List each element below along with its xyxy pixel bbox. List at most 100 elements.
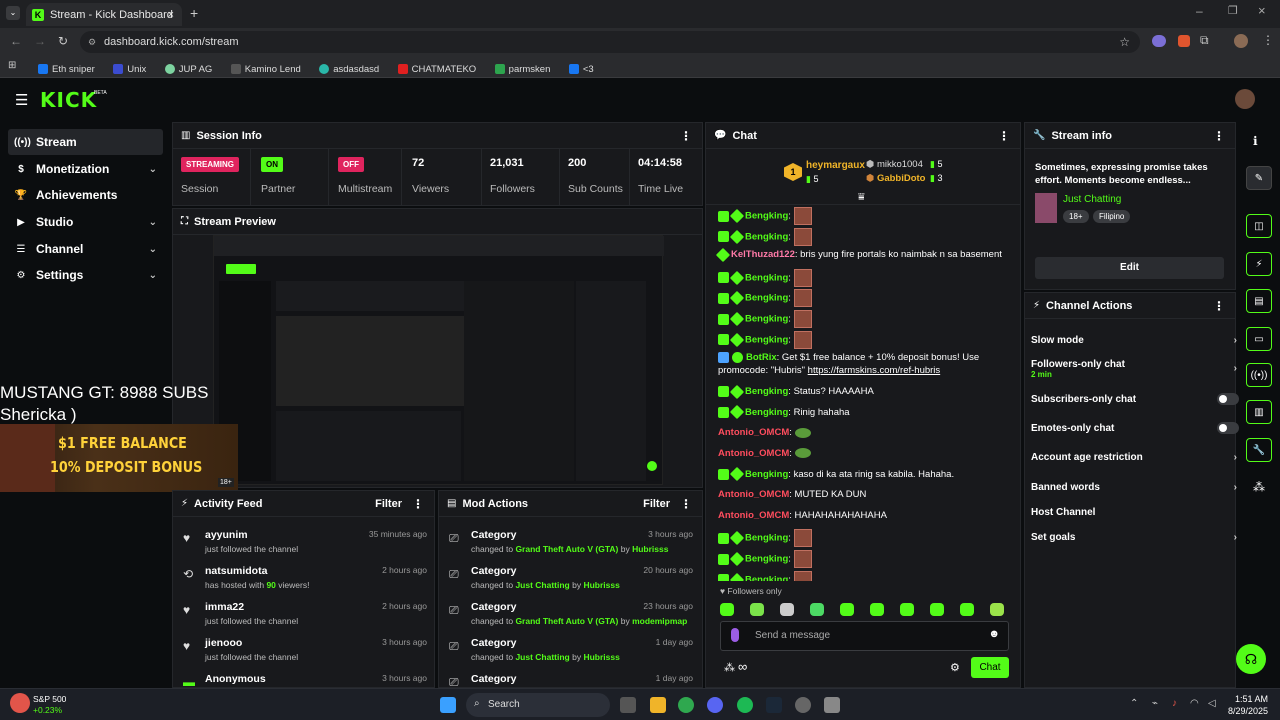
clock-date[interactable]: 8/29/2025 — [1222, 706, 1268, 716]
chat-username[interactable]: Bengking — [745, 554, 788, 565]
extension-icon[interactable] — [1178, 35, 1190, 47]
new-tab-button[interactable]: + — [190, 5, 198, 21]
ticker-label[interactable]: S&P 500 — [33, 694, 66, 704]
chat-input[interactable]: Send a message ☻ — [720, 621, 1009, 651]
sidebar-item-monetization[interactable]: $ Monetization ⌄ — [8, 156, 163, 182]
bookmark-item[interactable]: <3 — [568, 64, 594, 75]
network-icon[interactable]: ⌁ — [1152, 698, 1158, 709]
more-options-icon[interactable]: ⋮ — [1213, 299, 1225, 313]
more-options-icon[interactable]: ⋮ — [998, 129, 1010, 143]
settings-icon[interactable] — [824, 697, 840, 713]
windows-start-icon[interactable] — [440, 697, 456, 713]
chat-username[interactable]: Bengking — [745, 407, 788, 418]
emote-picker-icon[interactable] — [750, 603, 764, 616]
scan-icon[interactable]: ◫ — [1246, 214, 1272, 238]
bookmark-item[interactable]: Kamino Lend — [230, 64, 301, 75]
set-goals-row[interactable]: Set goals › — [1031, 532, 1237, 552]
chat-scrollbar[interactable] — [1020, 557, 1021, 579]
mic-icon[interactable]: ♪ — [1172, 698, 1177, 709]
tab-list-button[interactable]: ⌄ — [6, 6, 20, 20]
chat-username[interactable]: KelThuzad122 — [731, 249, 795, 260]
chat-username[interactable]: Bengking — [745, 293, 788, 304]
subscribers-only-toggle[interactable] — [1217, 393, 1239, 405]
browser-tab[interactable]: K Stream - Kick Dashboard × — [26, 3, 182, 26]
emote-picker-icon[interactable] — [900, 603, 914, 616]
emote-picker-icon[interactable] — [840, 603, 854, 616]
sidebar-item-channel[interactable]: ☰ Channel ⌄ — [8, 236, 163, 262]
clipboard-icon[interactable]: ▤ — [1246, 289, 1272, 313]
back-icon[interactable]: ← — [10, 34, 22, 48]
steam-icon[interactable] — [766, 697, 782, 713]
chat-bubble-icon[interactable]: ▭ — [1246, 327, 1272, 351]
infinity-icon[interactable]: ∞ — [738, 659, 747, 674]
bookmark-item[interactable]: parmsken — [494, 64, 550, 75]
host-channel-row[interactable]: Host Channel — [1031, 507, 1231, 527]
chat-username[interactable]: Bengking — [745, 334, 788, 345]
kick-logo[interactable]: KICK — [40, 88, 97, 112]
apps-icon[interactable]: ⁂ — [1253, 480, 1265, 494]
site-info-icon[interactable]: ⚙ — [88, 37, 96, 48]
emoji-icon[interactable]: ☻ — [988, 628, 1000, 640]
followers-only-row[interactable]: Followers-only chat 2 min › — [1031, 359, 1237, 387]
chat-username[interactable]: Bengking — [745, 272, 788, 283]
chat-username[interactable]: Bengking — [745, 314, 788, 325]
broadcast-icon[interactable]: ((•)) — [1246, 363, 1272, 387]
account-age-row[interactable]: Account age restriction › — [1031, 452, 1237, 472]
user-avatar[interactable] — [1235, 89, 1255, 109]
task-view-icon[interactable] — [620, 697, 636, 713]
expand-icon[interactable]: ⩸ — [858, 191, 865, 204]
chat-username[interactable]: Bengking — [745, 533, 788, 544]
sidebar-item-stream[interactable]: ((•)) Stream — [8, 129, 163, 155]
minimize-icon[interactable]: – — [1196, 4, 1203, 18]
top-gifter-1[interactable]: heymargaux — [806, 160, 865, 171]
sidebar-item-settings[interactable]: ⚙ Settings ⌄ — [8, 262, 163, 288]
category-thumbnail[interactable] — [1035, 193, 1057, 223]
more-options-icon[interactable]: ⋮ — [412, 497, 424, 511]
close-tab-icon[interactable]: × — [168, 9, 174, 21]
url-input[interactable]: ⚙ dashboard.kick.com/stream ☆ — [80, 31, 1140, 53]
chat-username[interactable]: Bengking — [745, 574, 788, 581]
obs-icon[interactable] — [795, 697, 811, 713]
file-explorer-icon[interactable] — [650, 697, 666, 713]
volume-icon[interactable]: ◁ — [1208, 698, 1216, 709]
chat-username[interactable]: BotRix — [746, 352, 777, 363]
sidebar-item-studio[interactable]: ▶ Studio ⌄ — [8, 209, 163, 235]
emote-picker-icon[interactable] — [990, 603, 1004, 616]
bookmark-item[interactable]: CHATMATEKO — [397, 64, 476, 75]
stream-video[interactable] — [213, 235, 664, 485]
extension-icon[interactable] — [1152, 35, 1166, 47]
bookmark-star-icon[interactable]: ☆ — [1119, 35, 1130, 49]
more-options-icon[interactable]: ⋮ — [1213, 129, 1225, 143]
emote-picker-icon[interactable] — [870, 603, 884, 616]
bookmark-item[interactable]: Eth sniper — [38, 64, 95, 75]
more-options-icon[interactable]: ⋮ — [680, 129, 692, 143]
chat-username[interactable]: Bengking — [745, 211, 788, 222]
chat-send-button[interactable]: Chat — [971, 657, 1009, 678]
forward-icon[interactable]: → — [34, 34, 46, 48]
extensions-puzzle-icon[interactable]: ⧉ — [1200, 33, 1209, 48]
layout-icon[interactable]: ▥ — [1246, 400, 1272, 424]
chat-username[interactable]: Bengking — [745, 386, 788, 397]
filter-button[interactable]: Filter — [643, 498, 670, 510]
profile-avatar[interactable] — [1234, 34, 1248, 48]
chat-username[interactable]: Antonio_OMCM — [718, 510, 789, 521]
slow-mode-row[interactable]: Slow mode › — [1031, 335, 1237, 355]
discord-icon[interactable] — [707, 697, 723, 713]
emote-picker-icon[interactable] — [780, 603, 794, 616]
top-gifter-3[interactable]: ⬢ GabbiDoto — [866, 173, 926, 184]
category-link[interactable]: Just Chatting — [1063, 194, 1121, 205]
restore-icon[interactable]: ❐ — [1228, 4, 1238, 17]
chat-username[interactable]: Bengking — [745, 469, 788, 480]
emote-picker-icon[interactable] — [930, 603, 944, 616]
clock-time[interactable]: 1:51 AM — [1226, 694, 1268, 704]
browser-menu-icon[interactable]: ⋮ — [1262, 33, 1274, 47]
banned-words-row[interactable]: Banned words › — [1031, 482, 1237, 502]
chat-username[interactable]: Antonio_OMCM — [718, 448, 789, 459]
emote-picker-icon[interactable] — [960, 603, 974, 616]
edit-pencil-icon[interactable]: ✎ — [1246, 166, 1272, 190]
chat-link[interactable]: https://farmskins.com/ref-hubris — [808, 365, 941, 376]
spotify-icon[interactable] — [737, 697, 753, 713]
lightning-icon[interactable]: ⚡ — [1246, 252, 1272, 276]
wifi-icon[interactable]: ◠ — [1190, 698, 1199, 709]
tray-chevron-icon[interactable]: ⌃ — [1130, 698, 1138, 709]
